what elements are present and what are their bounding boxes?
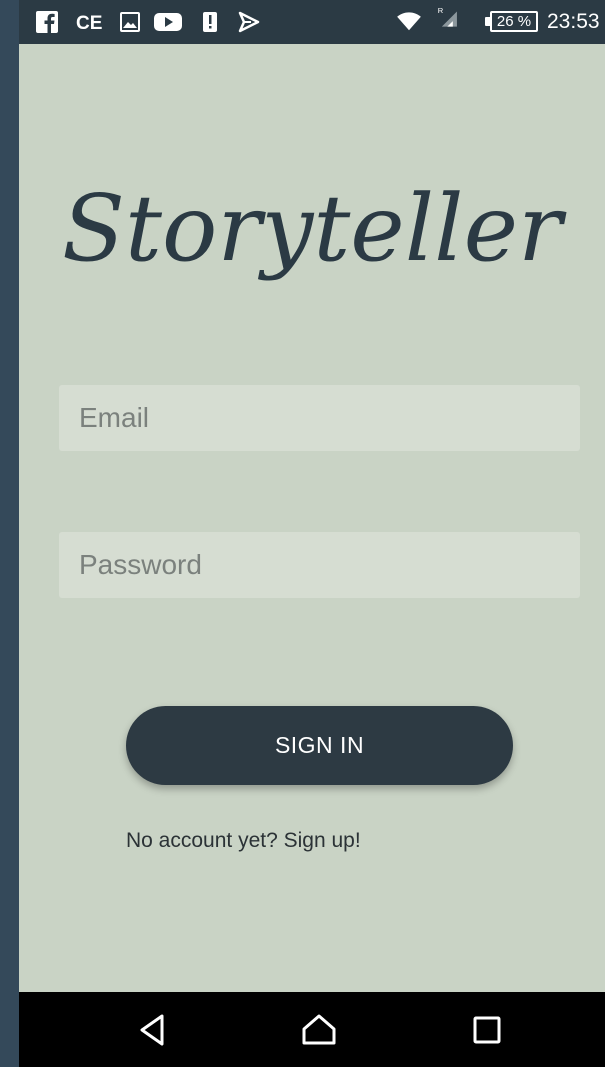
- battery-indicator: 26 %: [490, 11, 538, 32]
- send-icon: [238, 11, 260, 33]
- recents-icon[interactable]: [467, 1010, 507, 1050]
- sign-in-button[interactable]: SIGN IN: [126, 706, 513, 785]
- app-logo: Storyteller: [62, 175, 567, 282]
- wifi-icon: [397, 12, 421, 31]
- status-time: 23:53: [547, 10, 600, 33]
- gallery-icon: [120, 12, 140, 32]
- back-icon[interactable]: [134, 1010, 174, 1050]
- home-icon[interactable]: [299, 1010, 339, 1050]
- svg-text:R: R: [438, 6, 444, 15]
- sign-up-link[interactable]: No account yet? Sign up!: [126, 829, 361, 853]
- email-field[interactable]: [59, 385, 580, 451]
- phone-screen: CE R 26 % 23:53 Storyteller Email SIGN I…: [19, 0, 605, 1067]
- cc-icon: CE: [76, 13, 102, 33]
- left-background-strip: [0, 0, 19, 1067]
- signal-roaming-icon: R: [438, 6, 457, 27]
- password-field[interactable]: [59, 532, 580, 598]
- app-logo-text: Storyteller: [62, 175, 567, 282]
- facebook-icon: [36, 11, 58, 33]
- alert-icon: [203, 12, 217, 32]
- navigation-bar: [19, 992, 605, 1067]
- svg-text:CE: CE: [76, 13, 102, 33]
- status-bar: CE R 26 % 23:53: [19, 0, 605, 44]
- youtube-icon: [154, 13, 182, 31]
